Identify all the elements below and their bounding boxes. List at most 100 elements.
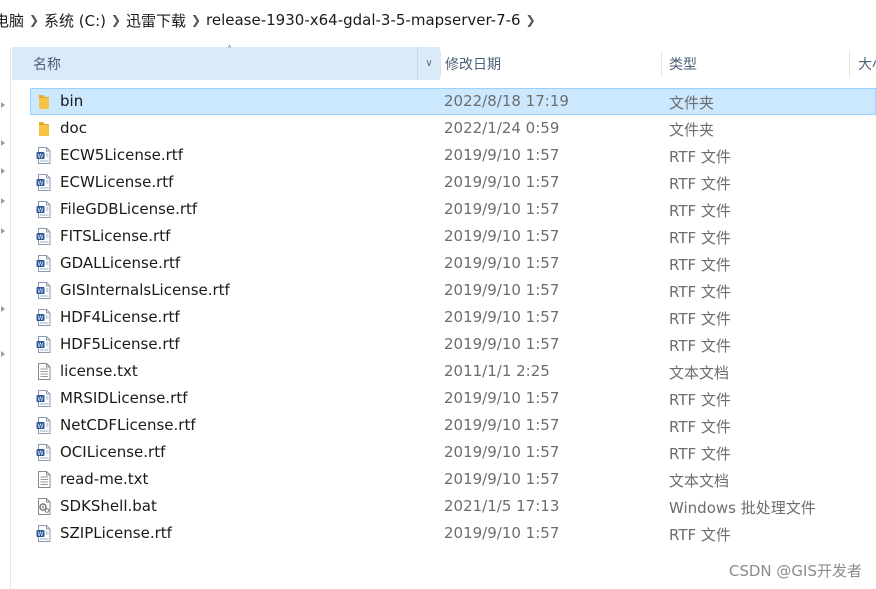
file-row-bin[interactable]: bin 2022/8/18 17:19 文件夹: [30, 88, 876, 115]
folder-icon: [36, 120, 52, 137]
file-row-gdallicense-rtf[interactable]: W GDALLicense.rtf 2019/9/10 1:57 RTF 文件: [30, 250, 876, 277]
file-row-hdf4license-rtf[interactable]: W HDF4License.rtf 2019/9/10 1:57 RTF 文件: [30, 304, 876, 331]
expand-arrow-icon[interactable]: [1, 168, 5, 174]
rtf-file-icon: W: [36, 444, 52, 461]
folder-icon: [36, 93, 52, 110]
rtf-file-icon: W: [36, 174, 52, 191]
file-row-ecwlicense-rtf[interactable]: W ECWLicense.rtf 2019/9/10 1:57 RTF 文件: [30, 169, 876, 196]
expand-arrow-icon[interactable]: [1, 140, 5, 146]
breadcrumb: 电脑 ❯ 系统 (C:) ❯ 迅雷下载 ❯ release-1930-x64-g…: [0, 0, 876, 40]
column-header-date[interactable]: 修改日期: [441, 47, 660, 80]
svg-text:W: W: [38, 181, 44, 187]
chevron-right-icon[interactable]: ❯: [186, 13, 206, 27]
watermark: CSDN @GIS开发者: [728, 562, 862, 580]
file-date-modified: 2019/9/10 1:57: [444, 335, 560, 353]
file-type: RTF 文件: [669, 391, 731, 409]
column-header-name-label: 名称: [33, 56, 61, 73]
file-name: OCILicense.rtf: [60, 443, 166, 461]
file-date-modified: 2022/8/18 17:19: [444, 92, 569, 110]
chevron-down-icon[interactable]: ∨: [417, 47, 440, 80]
file-row-filegdblicense-rtf[interactable]: W FileGDBLicense.rtf 2019/9/10 1:57 RTF 文件: [30, 196, 876, 223]
file-date-modified: 2011/1/1 2:25: [444, 362, 550, 380]
file-name: read-me.txt: [60, 470, 149, 488]
expand-arrow-icon[interactable]: [1, 351, 5, 357]
svg-text:W: W: [38, 208, 44, 214]
breadcrumb-item-downloads[interactable]: 迅雷下载: [126, 10, 186, 31]
svg-text:W: W: [38, 397, 44, 403]
file-type: RTF 文件: [669, 337, 731, 355]
file-name: doc: [60, 119, 87, 137]
sort-ascending-icon: ˄: [227, 45, 232, 56]
file-name: FileGDBLicense.rtf: [60, 200, 198, 218]
expand-arrow-icon[interactable]: [1, 102, 5, 108]
column-header-type[interactable]: 类型: [662, 47, 849, 80]
file-row-gisinternalslicense-rtf[interactable]: W GISInternalsLicense.rtf 2019/9/10 1:57 RT…: [30, 277, 876, 304]
chevron-right-icon[interactable]: ❯: [24, 13, 44, 27]
rtf-file-icon: W: [36, 255, 52, 272]
column-header-name[interactable]: 名称 ˄ ∨: [12, 45, 440, 80]
breadcrumb-item-pc[interactable]: 电脑: [0, 10, 24, 31]
file-row-netcdflicense-rtf[interactable]: W NetCDFLicense.rtf 2019/9/10 1:57 RTF 文件: [30, 412, 876, 439]
file-name: HDF4License.rtf: [60, 308, 180, 326]
file-date-modified: 2019/9/10 1:57: [444, 200, 560, 218]
file-date-modified: 2022/1/24 0:59: [444, 119, 560, 137]
file-type: 文件夹: [669, 94, 715, 112]
file-type: RTF 文件: [669, 310, 731, 328]
file-row-sdkshell-bat[interactable]: SDKShell.bat 2021/1/5 17:13 Windows 批处理文件: [30, 493, 876, 520]
expand-arrow-icon[interactable]: [1, 306, 5, 312]
file-type: RTF 文件: [669, 445, 731, 463]
file-type: 文本文档: [669, 364, 730, 382]
chevron-right-icon[interactable]: ❯: [521, 13, 541, 27]
file-row-hdf5license-rtf[interactable]: W HDF5License.rtf 2019/9/10 1:57 RTF 文件: [30, 331, 876, 358]
file-name: GISInternalsLicense.rtf: [60, 281, 230, 299]
file-row-sziplicense-rtf[interactable]: W SZIPLicense.rtf 2019/9/10 1:57 RTF 文件: [30, 520, 876, 547]
file-date-modified: 2019/9/10 1:57: [444, 281, 560, 299]
column-header-type-label: 类型: [669, 56, 697, 73]
file-name: NetCDFLicense.rtf: [60, 416, 196, 434]
file-type: RTF 文件: [669, 202, 731, 220]
file-type: RTF 文件: [669, 229, 731, 247]
file-date-modified: 2019/9/10 1:57: [444, 308, 560, 326]
file-date-modified: 2019/9/10 1:57: [444, 470, 560, 488]
file-date-modified: 2019/9/10 1:57: [444, 443, 560, 461]
breadcrumb-item-current-folder[interactable]: release-1930-x64-gdal-3-5-mapserver-7-6: [206, 11, 521, 29]
file-type: RTF 文件: [669, 418, 731, 436]
expand-arrow-icon[interactable]: [1, 228, 5, 234]
chevron-right-icon[interactable]: ❯: [106, 13, 126, 27]
file-name: ECWLicense.rtf: [60, 173, 174, 191]
txt-file-icon: [36, 471, 52, 488]
file-name: GDALLicense.rtf: [60, 254, 181, 272]
file-date-modified: 2019/9/10 1:57: [444, 254, 560, 272]
file-row-ocilicense-rtf[interactable]: W OCILicense.rtf 2019/9/10 1:57 RTF 文件: [30, 439, 876, 466]
file-row-read-me-txt[interactable]: read-me.txt 2019/9/10 1:57 文本文档: [30, 466, 876, 493]
column-header-date-label: 修改日期: [445, 56, 501, 73]
svg-text:W: W: [38, 451, 44, 457]
rtf-file-icon: W: [36, 201, 52, 218]
svg-text:W: W: [38, 424, 44, 430]
file-date-modified: 2019/9/10 1:57: [444, 173, 560, 191]
rtf-file-icon: W: [36, 147, 52, 164]
file-row-fitslicense-rtf[interactable]: W FITSLicense.rtf 2019/9/10 1:57 RTF 文件: [30, 223, 876, 250]
file-row-ecw5license-rtf[interactable]: W ECW5License.rtf 2019/9/10 1:57 RTF 文件: [30, 142, 876, 169]
expand-arrow-icon[interactable]: [1, 198, 5, 204]
column-header-size[interactable]: 大小: [850, 47, 876, 80]
file-type: RTF 文件: [669, 148, 731, 166]
file-row-license-txt[interactable]: license.txt 2011/1/1 2:25 文本文档: [30, 358, 876, 385]
breadcrumb-item-drive-c[interactable]: 系统 (C:): [44, 10, 106, 31]
file-type: 文件夹: [669, 121, 715, 139]
svg-text:W: W: [38, 289, 44, 295]
file-row-mrsidlicense-rtf[interactable]: W MRSIDLicense.rtf 2019/9/10 1:57 RTF 文件: [30, 385, 876, 412]
file-row-doc[interactable]: doc 2022/1/24 0:59 文件夹: [30, 115, 876, 142]
file-name: SZIPLicense.rtf: [60, 524, 172, 542]
rtf-file-icon: W: [36, 525, 52, 542]
svg-text:W: W: [38, 532, 44, 538]
svg-text:W: W: [38, 262, 44, 268]
navigation-pane-edge: [0, 48, 11, 589]
rtf-file-icon: W: [36, 336, 52, 353]
file-type: RTF 文件: [669, 526, 731, 544]
file-type: 文本文档: [669, 472, 730, 490]
rtf-file-icon: W: [36, 309, 52, 326]
file-type: RTF 文件: [669, 283, 731, 301]
file-date-modified: 2021/1/5 17:13: [444, 497, 560, 515]
rtf-file-icon: W: [36, 228, 52, 245]
